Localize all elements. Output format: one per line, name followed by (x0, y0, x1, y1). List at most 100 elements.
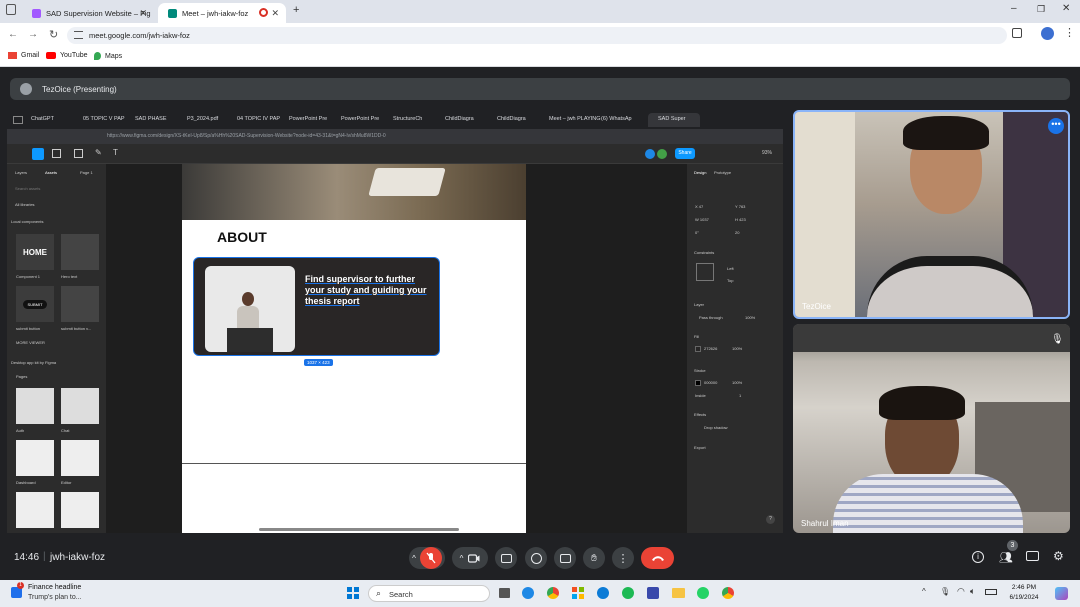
constraint-v: Top (727, 278, 734, 283)
maps-icon (94, 52, 101, 60)
window-close-icon[interactable]: ✕ (1062, 3, 1070, 14)
clock-date: 6/19/2024 (1009, 594, 1039, 601)
assets-tab: Assets (45, 170, 58, 175)
leave-call-button[interactable] (641, 547, 674, 569)
gmail-icon (8, 52, 17, 59)
fill-hex: 272626 (704, 346, 718, 351)
clock-time[interactable]: 2:46 PM (1008, 584, 1040, 591)
captions-button[interactable] (495, 547, 517, 569)
bookmark-gmail[interactable]: Gmail (8, 52, 39, 59)
inner-tab: 04 TOPIC IV PAP (237, 116, 281, 122)
reload-icon[interactable]: ↻ (49, 28, 58, 41)
meet-favicon-icon (168, 8, 177, 18)
blend-mode: Pass through (699, 315, 723, 320)
forward-icon[interactable]: → (28, 29, 38, 40)
libraries-select: All libraries (15, 202, 35, 207)
new-tab-icon[interactable]: + (293, 4, 299, 16)
speaker-image (205, 266, 295, 352)
participant-tile-shahrul[interactable]: 🎙︎ Shahrul Iman (793, 324, 1070, 533)
inner-tab: P3_2024.pdf (187, 116, 219, 122)
activities-icon[interactable]: ⚙︎ (1053, 549, 1064, 563)
edge-dev-icon[interactable] (522, 587, 534, 599)
inner-address-bar: https://www.figma.com/design/XS-tKeI-Up8… (7, 129, 783, 144)
page-label: Chat (61, 428, 70, 433)
presenting-bar: TezOice (Presenting) (10, 78, 1070, 100)
figma-toolbar: ✎ T Share 93% (7, 144, 783, 164)
bookmarks-bar: Gmail YouTube Maps (0, 47, 1080, 67)
tab-meet[interactable]: Meet – jwh-iakw-foz ✕ (158, 3, 286, 23)
bookmark-maps[interactable]: Maps (94, 52, 122, 60)
page-thumbnail (61, 388, 99, 424)
chevron-up-icon[interactable]: ^ (460, 554, 464, 563)
inner-tab: PowerPoint Pre (289, 116, 328, 122)
site-info-icon[interactable] (74, 31, 83, 39)
raise-hand-button[interactable]: ✋︎ (583, 547, 605, 569)
back-icon[interactable]: ← (8, 29, 18, 40)
speaker-head (242, 292, 254, 306)
extensions-icon[interactable] (1012, 28, 1022, 38)
hand-icon: ✋︎ (591, 552, 597, 564)
address-bar[interactable]: meet.google.com/jwh-iakw-foz (67, 27, 1007, 44)
copilot-icon[interactable] (1055, 587, 1068, 600)
info-icon[interactable]: i (972, 551, 984, 563)
battery-icon[interactable] (985, 589, 997, 595)
spotify-icon[interactable] (622, 587, 634, 599)
canvas-scrollbar (259, 528, 459, 531)
close-icon[interactable]: ✕ (271, 8, 279, 19)
news-title[interactable]: Finance headline (28, 584, 81, 591)
page-thumbnail (16, 440, 54, 476)
minimize-icon[interactable]: – (1011, 3, 1017, 14)
whatsapp-icon[interactable] (697, 587, 709, 599)
store-icon[interactable] (572, 587, 584, 599)
volume-icon[interactable]: 🔈︎ (970, 586, 975, 597)
asset-search: Search assets (15, 186, 41, 191)
book-shape (368, 168, 446, 196)
tab-figma[interactable]: SAD Supervision Website – Fig ✕ (22, 3, 154, 23)
inner-tab: StructureCh (393, 116, 423, 122)
tab-list-icon[interactable] (6, 4, 16, 15)
chrome-icon[interactable] (547, 587, 559, 599)
y-field: Y 763 (735, 204, 746, 209)
app-icon[interactable] (647, 587, 659, 599)
page-thumbnail (61, 440, 99, 476)
close-icon[interactable]: ✕ (139, 8, 147, 19)
tray-chevron-icon[interactable]: ^ (922, 587, 926, 596)
meeting-time: 14:46 (14, 552, 40, 563)
move-tool-icon (32, 148, 44, 160)
wifi-icon[interactable]: ◠ (957, 586, 965, 597)
page-label: Auth (16, 428, 25, 433)
mic-tray-icon[interactable]: 🎙︎ (940, 587, 950, 596)
fill-opacity: 100% (732, 346, 743, 351)
chrome-active-icon[interactable] (722, 587, 734, 599)
component-label: submit button (16, 326, 41, 331)
inner-tab: PowerPoint Pre (341, 116, 380, 122)
more-options-icon[interactable]: ••• (1048, 118, 1064, 134)
section-label: Stroke (694, 368, 706, 373)
mic-control[interactable]: ^ (409, 547, 445, 569)
bookmark-youtube[interactable]: YouTube (46, 52, 88, 59)
chat-icon[interactable] (1026, 551, 1039, 561)
taskbar-search[interactable]: ⌕ Search (368, 585, 490, 602)
windows-start-icon[interactable] (347, 587, 359, 599)
participant-tile-tezoice[interactable]: ••• TezOice (793, 110, 1070, 319)
edge-icon[interactable] (597, 587, 609, 599)
chevron-up-icon[interactable]: ^ (412, 554, 416, 563)
frame-tool-icon (52, 149, 61, 158)
profile-avatar[interactable] (1041, 27, 1054, 40)
task-view-icon[interactable] (499, 588, 510, 598)
maximize-icon[interactable]: ❐ (1037, 4, 1045, 15)
mic-off-button[interactable] (419, 547, 442, 569)
component-label: Hero text (61, 274, 78, 279)
menu-icon[interactable]: ⋮ (1064, 26, 1075, 39)
file-explorer-icon[interactable] (672, 588, 685, 598)
more-options-button[interactable]: ⋮ (612, 547, 634, 569)
people-icon[interactable]: 👥︎ (999, 551, 1013, 564)
camera-control[interactable]: ^ (452, 547, 488, 569)
component-label: submit button v... (61, 326, 92, 331)
emoji-button[interactable] (525, 547, 547, 569)
section-label: Local components (11, 219, 44, 224)
present-button[interactable] (554, 547, 576, 569)
page-label: Editor (61, 480, 72, 485)
section-label: Export (694, 445, 706, 450)
prototype-tab: Prototype (714, 170, 732, 175)
